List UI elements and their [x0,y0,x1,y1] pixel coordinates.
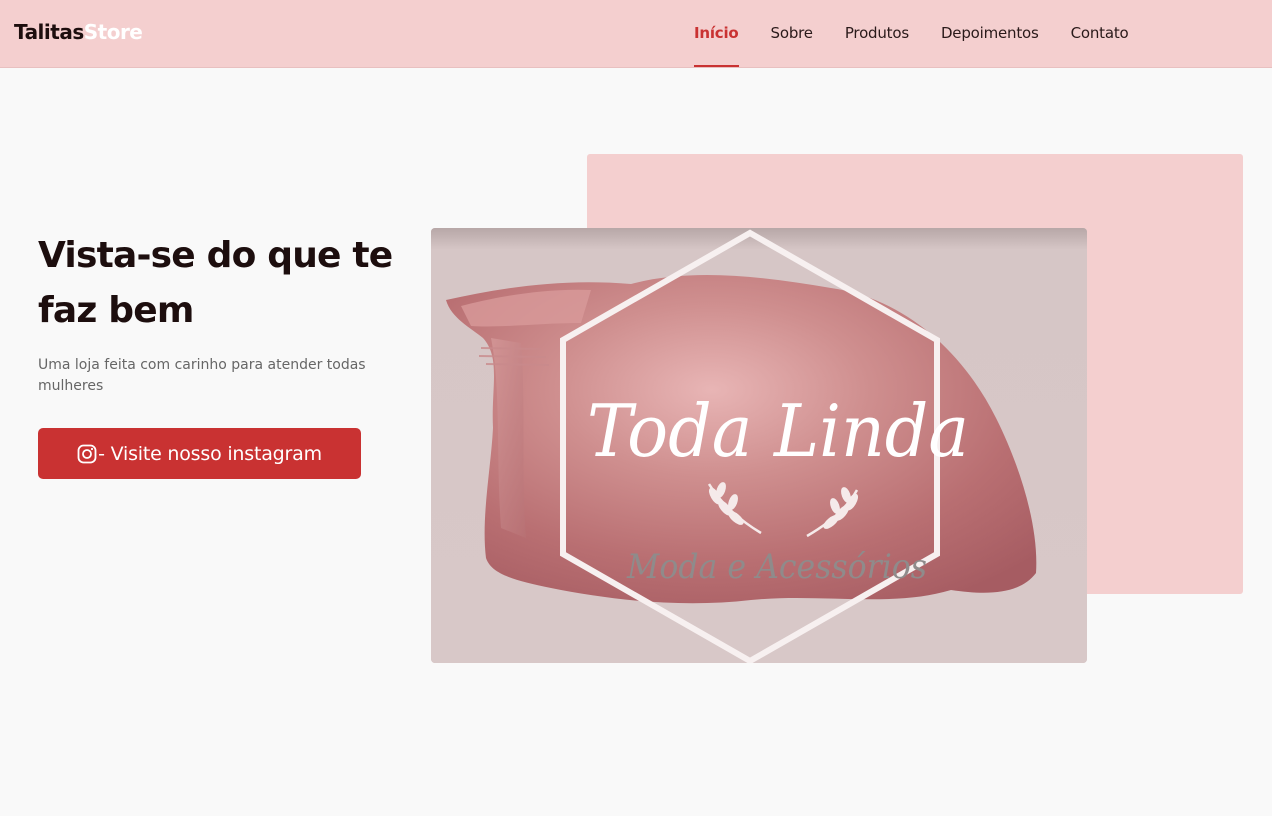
instagram-button-label: - Visite nosso instagram [98,442,322,465]
banner-tagline: Moda e Acessórios [626,547,927,587]
main-nav: Início Sobre Produtos Depoimentos Contat… [694,0,1129,68]
hero-title: Vista-se do que te faz bem [38,235,393,331]
logo-part-2: Store [83,20,143,44]
banner-brand-name: Toda Linda [587,389,969,473]
site-logo[interactable]: TalitasStore [14,20,143,44]
instagram-button[interactable]: - Visite nosso instagram [38,428,361,479]
site-header: TalitasStore Início Sobre Produtos Depoi… [0,0,1272,68]
nav-link-produtos[interactable]: Produtos [845,0,909,68]
hero-subtitle: Uma loja feita com carinho para atender … [38,357,366,394]
nav-link-depoimentos[interactable]: Depoimentos [941,0,1039,68]
instagram-icon [77,444,97,464]
store-banner-image: Toda Linda Moda e Acessórios [431,228,1087,663]
nav-link-inicio[interactable]: Início [694,0,739,68]
nav-link-sobre[interactable]: Sobre [771,0,813,68]
nav-link-contato[interactable]: Contato [1071,0,1129,68]
logo-part-1: Talitas [14,20,84,44]
